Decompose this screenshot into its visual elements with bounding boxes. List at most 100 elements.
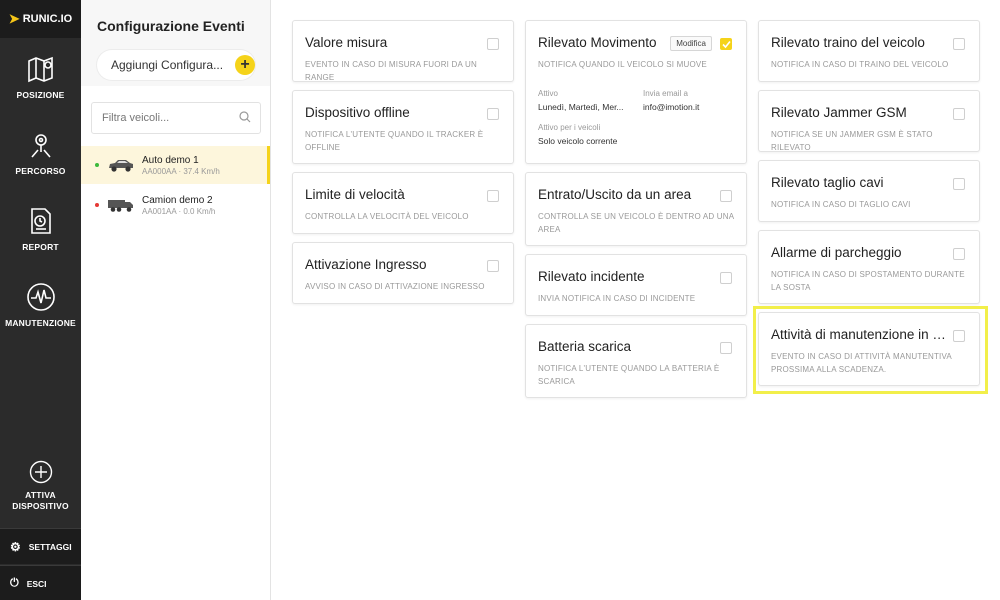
event-checkbox-checked[interactable] — [720, 38, 732, 50]
truck-icon — [108, 200, 133, 212]
event-checkbox[interactable] — [487, 38, 499, 50]
event-card-rilevato-movimento[interactable]: Rilevato Movimento NOTIFICA QUANDO IL VE… — [525, 20, 747, 164]
page-title: Configurazione Eventi — [97, 18, 245, 34]
nav-label-posizione: POSIZIONE — [16, 90, 65, 100]
check-icon — [721, 40, 731, 48]
event-card-rilevato-incidente[interactable]: Rilevato incidente INVIA NOTIFICA IN CAS… — [525, 254, 747, 316]
vehicle-item-auto-demo-1[interactable]: Auto demo 1 AA000AA · 37.4 Km/h — [81, 146, 270, 184]
event-checkbox[interactable] — [953, 248, 965, 260]
vehicle-name: Camion demo 2 — [142, 194, 213, 206]
event-card-rilevato-taglio-cavi[interactable]: Rilevato taglio cavi NOTIFICA IN CASO DI… — [758, 160, 980, 222]
status-dot — [95, 163, 99, 167]
add-configuration-button[interactable]: Aggiungi Configura... + — [97, 50, 255, 80]
email-label: Invia email a — [643, 89, 688, 98]
event-card-batteria-scarica[interactable]: Batteria scarica NOTIFICA L'UTENTE QUAND… — [525, 324, 747, 398]
activate-device-button[interactable]: ATTIVA DISPOSITIVO — [0, 460, 81, 512]
report-icon — [30, 208, 51, 234]
event-checkbox[interactable] — [720, 272, 732, 284]
card-description: CONTROLLA LA VELOCITÀ DEL VEICOLO — [305, 212, 469, 221]
nav-label-percorso: PERCORSO — [15, 166, 66, 176]
nav-item-posizione[interactable]: POSIZIONE — [0, 54, 81, 101]
plus-icon: + — [235, 55, 255, 75]
card-title: Batteria scarica — [538, 339, 632, 354]
nav-item-report[interactable]: REPORT — [0, 206, 81, 253]
add-circle-icon — [29, 460, 52, 484]
card-description: INVIA NOTIFICA IN CASO DI INCIDENTE — [538, 294, 696, 303]
card-title: Attivazione Ingresso — [305, 257, 427, 272]
activate-label-line1: ATTIVA — [25, 490, 56, 500]
event-checkbox[interactable] — [953, 38, 965, 50]
card-title: Allarme di parcheggio — [771, 245, 902, 260]
active-days-label: Attivo — [538, 89, 559, 98]
logo[interactable]: ➤ RUNIC.IO — [0, 0, 81, 38]
event-checkbox[interactable] — [720, 342, 732, 354]
card-description: CONTROLLA SE UN VEICOLO È DENTRO AD UNA … — [538, 212, 734, 234]
card-description: NOTIFICA QUANDO IL VEICOLO SI MUOVE — [538, 60, 707, 69]
activate-label-line2: DISPOSITIVO — [12, 501, 69, 511]
main-nav: ➤ RUNIC.IO POSIZIONE PERCORSO REPORT MAN… — [0, 0, 81, 600]
map-icon — [27, 56, 53, 83]
event-checkbox[interactable] — [720, 190, 732, 202]
heartbeat-icon — [26, 283, 55, 311]
email-value: info@imotion.it — [643, 102, 700, 112]
event-checkbox[interactable] — [487, 190, 499, 202]
power-icon: ⏻ — [10, 577, 19, 589]
card-title: Valore misura — [305, 35, 388, 50]
card-description: AVVISO IN CASO DI ATTIVAZIONE INGRESSO — [305, 282, 485, 291]
event-checkbox[interactable] — [953, 178, 965, 190]
email-field: Invia email a info@imotion.it — [643, 89, 699, 112]
card-title: Limite di velocità — [305, 187, 405, 202]
status-dot — [95, 203, 99, 207]
car-icon — [109, 160, 133, 172]
vehicles-scope-label: Attivo per i veicoli — [538, 123, 601, 132]
event-card-valore-misura[interactable]: Valore misura EVENTO IN CASO DI MISURA F… — [292, 20, 514, 82]
event-checkbox[interactable] — [953, 108, 965, 120]
filter-vehicles-input[interactable] — [91, 102, 261, 134]
vehicle-panel: Configurazione Eventi Aggiungi Configura… — [81, 0, 271, 600]
route-icon — [30, 134, 51, 158]
card-description: NOTIFICA IN CASO DI SPOSTAMENTO DURANTE … — [771, 270, 965, 292]
nav-item-percorso[interactable]: PERCORSO — [0, 130, 81, 177]
activate-label: ATTIVA DISPOSITIVO — [12, 490, 69, 512]
vehicle-list-area: Auto demo 1 AA000AA · 37.4 Km/h Camion d… — [81, 86, 270, 600]
event-card-rilevato-traino[interactable]: Rilevato traino del veicolo NOTIFICA IN … — [758, 20, 980, 82]
logout-button[interactable]: ⏻ ESCI — [0, 565, 81, 600]
event-card-dispositivo-offline[interactable]: Dispositivo offline NOTIFICA L'UTENTE QU… — [292, 90, 514, 164]
card-description: NOTIFICA IN CASO DI TAGLIO CAVI — [771, 200, 911, 209]
event-card-entrato-uscito-area[interactable]: Entrato/Uscito da un area CONTROLLA SE U… — [525, 172, 747, 246]
event-card-allarme-parcheggio[interactable]: Allarme di parcheggio NOTIFICA IN CASO D… — [758, 230, 980, 304]
nav-label-manutenzione: MANUTENZIONE — [5, 318, 76, 328]
vehicles-scope-value: Solo veicolo corrente — [538, 136, 618, 146]
card-description: EVENTO IN CASO DI MISURA FUORI DA UN RAN… — [305, 60, 477, 82]
event-checkbox[interactable] — [487, 108, 499, 120]
logo-text: RUNIC.IO — [22, 13, 73, 25]
settings-button[interactable]: ⚙ SETTAGGI — [0, 528, 81, 564]
card-title: Rilevato Movimento — [538, 35, 657, 50]
card-title: Rilevato incidente — [538, 269, 645, 284]
card-title: Entrato/Uscito da un area — [538, 187, 692, 202]
card-title: Rilevato traino del veicolo — [771, 35, 925, 50]
event-card-rilevato-jammer-gsm[interactable]: Rilevato Jammer GSM NOTIFICA SE UN JAMME… — [758, 90, 980, 152]
events-grid: Valore misura EVENTO IN CASO DI MISURA F… — [272, 0, 1000, 600]
event-card-limite-velocita[interactable]: Limite di velocità CONTROLLA LA VELOCITÀ… — [292, 172, 514, 234]
active-days-value: Lunedì, Martedì, Mer... — [538, 102, 624, 112]
card-title: Dispositivo offline — [305, 105, 410, 120]
vehicle-item-camion-demo-2[interactable]: Camion demo 2 AA001AA · 0.0 Km/h — [81, 186, 270, 224]
logout-label: ESCI — [26, 578, 47, 589]
card-description: NOTIFICA IN CASO DI TRAINO DEL VEICOLO — [771, 60, 949, 69]
vehicle-info: AA001AA · 0.0 Km/h — [142, 206, 216, 216]
gear-icon: ⚙ — [10, 539, 21, 554]
vehicle-name: Auto demo 1 — [142, 154, 199, 166]
event-checkbox[interactable] — [487, 260, 499, 272]
modify-button[interactable]: Modifica — [670, 36, 712, 51]
card-title: Rilevato Jammer GSM — [771, 105, 907, 120]
event-card-attivazione-ingresso[interactable]: Attivazione Ingresso AVVISO IN CASO DI A… — [292, 242, 514, 304]
settings-label: SETTAGGI — [28, 541, 72, 552]
panel-header: Configurazione Eventi Aggiungi Configura… — [81, 0, 270, 90]
vehicle-info: AA000AA · 37.4 Km/h — [142, 166, 220, 176]
card-description: NOTIFICA L'UTENTE QUANDO IL TRACKER È OF… — [305, 130, 484, 152]
nav-item-manutenzione[interactable]: MANUTENZIONE — [0, 282, 81, 329]
card-title: Rilevato taglio cavi — [771, 175, 884, 190]
highlight-frame — [753, 306, 988, 394]
logo-icon: ➤ — [8, 11, 20, 26]
